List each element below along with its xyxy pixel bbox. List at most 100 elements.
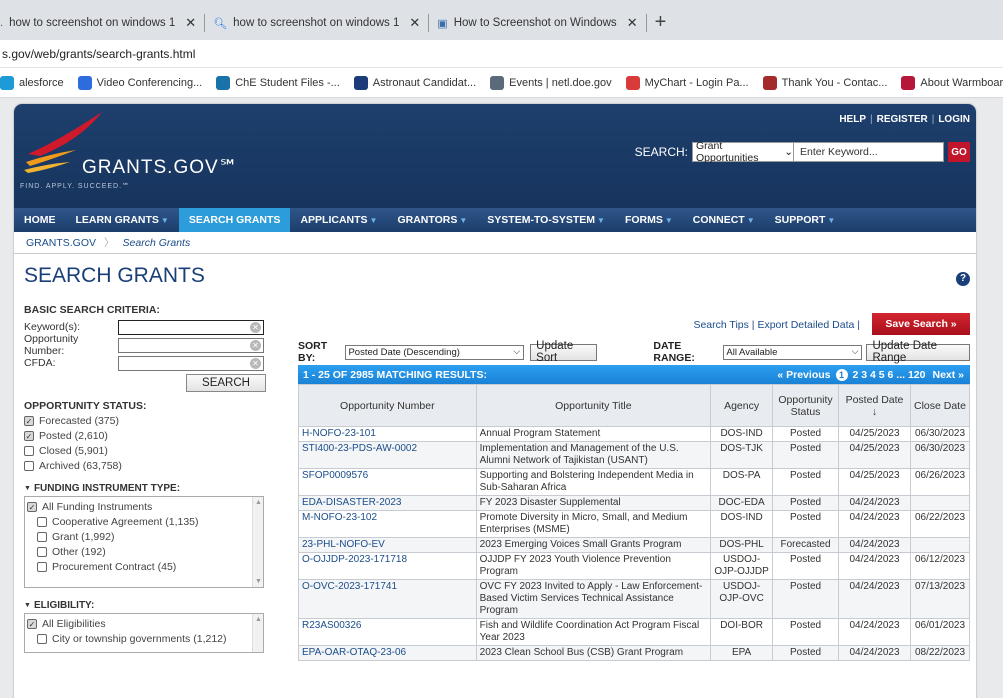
checkbox-row[interactable]: City or township governments (1,212) (27, 631, 263, 646)
bookmark-item[interactable]: Thank You - Contac... (762, 75, 887, 90)
checkbox-row[interactable]: Cooperative Agreement (1,135) (27, 514, 263, 529)
opportunity-number-link[interactable]: STI400-23-PDS-AW-0002 (298, 441, 477, 469)
checkbox[interactable] (37, 531, 47, 542)
close-icon[interactable]: ✕ (627, 15, 638, 31)
column-header[interactable]: Opportunity Status (772, 384, 840, 427)
column-header[interactable]: Opportunity Number (298, 384, 477, 427)
opportunity-number-link[interactable]: O-OJJDP-2023-171718 (298, 552, 477, 580)
column-header[interactable]: Agency (710, 384, 774, 427)
column-header[interactable]: Posted Date ↓ (838, 384, 911, 427)
scrollbar[interactable]: ▲ (252, 614, 263, 652)
opportunity-number-link[interactable]: H-NOFO-23-101 (298, 426, 477, 442)
bookmark-item[interactable]: About Warmboard :... (901, 75, 1003, 90)
checkbox[interactable] (37, 633, 47, 644)
checkbox-row[interactable]: Closed (5,901) (24, 443, 280, 458)
keyword-search-input[interactable]: Enter Keyword... (794, 142, 944, 162)
keyword-input[interactable]: ✕ (118, 319, 264, 335)
checkbox[interactable] (24, 460, 34, 471)
clear-icon[interactable]: ✕ (250, 321, 261, 333)
checkbox-row[interactable]: ✓ Forecasted (375) (24, 413, 280, 428)
date-range-select[interactable]: All Available ⌵ (723, 344, 863, 360)
page-links[interactable]: 2 3 4 5 6 ... 120 (853, 369, 926, 381)
export-link[interactable]: Export Detailed Data (757, 319, 854, 331)
eligibility-title[interactable]: ▼ ELIGIBILITY: (24, 600, 280, 611)
bookmark-item[interactable]: Astronaut Candidat... (353, 75, 476, 90)
opportunity-number-link[interactable]: M-NOFO-23-102 (298, 510, 477, 538)
bookmark-item[interactable]: ChE Student Files -... (216, 75, 340, 90)
scroll-down-icon[interactable]: ▼ (255, 578, 262, 585)
checkbox-checked[interactable]: ✓ (27, 501, 37, 512)
login-link[interactable]: LOGIN (938, 114, 970, 125)
address-bar[interactable]: s.gov/web/grants/search-grants.html (0, 40, 1003, 68)
breadcrumb-current[interactable]: Search Grants (123, 237, 191, 249)
previous-link[interactable]: « Previous (777, 369, 830, 381)
bookmark-item[interactable]: alesforce (0, 75, 64, 90)
sort-select[interactable]: Posted Date (Descending) ⌵ (345, 344, 525, 360)
nav-applicants[interactable]: APPLICANTS ▼ (290, 208, 387, 232)
cfda-input[interactable]: ✕ (118, 355, 264, 371)
browser-tab[interactable]: 🔍︎ how to screenshot on windows 1 ✕ (205, 6, 428, 40)
register-link[interactable]: REGISTER (877, 114, 928, 125)
update-sort-button[interactable]: Update Sort (530, 340, 598, 364)
help-link[interactable]: HELP (839, 114, 866, 125)
close-icon[interactable]: ✕ (409, 15, 420, 31)
checkbox-checked[interactable]: ✓ (24, 430, 34, 441)
sidebar-search-button[interactable]: SEARCH (186, 374, 266, 392)
checkbox-checked[interactable]: ✓ (27, 618, 37, 629)
nav-system-to-system[interactable]: SYSTEM-TO-SYSTEM ▼ (477, 208, 615, 232)
checkbox[interactable] (24, 445, 34, 456)
checkbox[interactable] (37, 561, 47, 572)
opportunity-number-link[interactable]: 23-PHL-NOFO-EV (298, 537, 477, 553)
nav-learn-grants[interactable]: LEARN GRANTS ▼ (66, 208, 179, 232)
column-header[interactable]: Opportunity Title (475, 384, 712, 427)
bookmark-item[interactable]: MyChart - Login Pa... (625, 75, 749, 90)
nav-support[interactable]: SUPPORT ▼ (765, 208, 846, 232)
nav-connect[interactable]: CONNECT ▼ (683, 208, 765, 232)
go-button[interactable]: GO (948, 142, 970, 162)
close-icon[interactable]: ✕ (185, 15, 196, 31)
opportunity-number-link[interactable]: O-OVC-2023-171741 (298, 579, 477, 619)
logo-text[interactable]: GRANTS.GOV℠ (82, 156, 239, 179)
scroll-up-icon[interactable]: ▲ (255, 616, 262, 623)
checkbox[interactable] (37, 516, 47, 527)
nav-forms[interactable]: FORMS ▼ (615, 208, 683, 232)
help-icon[interactable]: ? (956, 272, 970, 286)
opportunity-number-link[interactable]: EPA-OAR-OTAQ-23-06 (298, 645, 477, 661)
checkbox-row[interactable]: Archived (63,758) (24, 458, 280, 473)
next-link[interactable]: Next » (932, 369, 964, 381)
nav-search-grants[interactable]: SEARCH GRANTS (178, 208, 291, 232)
browser-tab[interactable]: . how to screenshot on windows 1 ✕ (0, 6, 204, 40)
opportunity-number-link[interactable]: SFOP0009576 (298, 468, 477, 496)
checkbox-row[interactable]: ✓ All Funding Instruments (27, 499, 263, 514)
scrollbar[interactable]: ▲ ▼ (252, 497, 263, 587)
bookmark-item[interactable]: Events | netl.doe.gov (490, 75, 612, 90)
breadcrumb-home[interactable]: GRANTS.GOV (26, 237, 96, 249)
checkbox-row[interactable]: ✓ All Eligibilities (27, 616, 263, 631)
checkbox-row[interactable]: Procurement Contract (45) (27, 559, 263, 574)
opp-number-input[interactable]: ✕ (118, 337, 264, 353)
nav-grantors[interactable]: GRANTORS ▼ (387, 208, 477, 232)
scroll-up-icon[interactable]: ▲ (255, 499, 262, 506)
column-header[interactable]: Close Date (909, 384, 971, 427)
search-tips-link[interactable]: Search Tips (693, 319, 748, 331)
save-search-button[interactable]: Save Search » (872, 313, 970, 335)
checkbox[interactable] (37, 546, 47, 557)
checkbox-label: Closed (5,901) (39, 444, 108, 457)
checkbox-row[interactable]: Other (192) (27, 544, 263, 559)
checkbox-checked[interactable]: ✓ (24, 415, 34, 426)
checkbox-row[interactable]: ✓ Posted (2,610) (24, 428, 280, 443)
clear-icon[interactable]: ✕ (250, 339, 261, 351)
new-tab-icon[interactable]: + (647, 11, 675, 34)
search-type-select[interactable]: Grant Opportunities ⌄ (692, 140, 794, 164)
opportunity-status: Posted (772, 618, 840, 646)
funding-title[interactable]: ▼ FUNDING INSTRUMENT TYPE: (24, 483, 280, 494)
clear-icon[interactable]: ✕ (250, 357, 261, 369)
browser-tab[interactable]: ▣ How to Screenshot on Windows ✕ (429, 6, 645, 40)
checkbox-row[interactable]: Grant (1,992) (27, 529, 263, 544)
bookmark-item[interactable]: Video Conferencing... (77, 75, 202, 90)
opportunity-number-link[interactable]: R23AS00326 (298, 618, 477, 646)
nav-home[interactable]: HOME (14, 208, 66, 232)
opportunity-number-link[interactable]: EDA-DISASTER-2023 (298, 495, 477, 511)
page-title: SEARCH GRANTS (24, 264, 205, 287)
update-date-range-button[interactable]: Update Date Range (866, 340, 970, 364)
